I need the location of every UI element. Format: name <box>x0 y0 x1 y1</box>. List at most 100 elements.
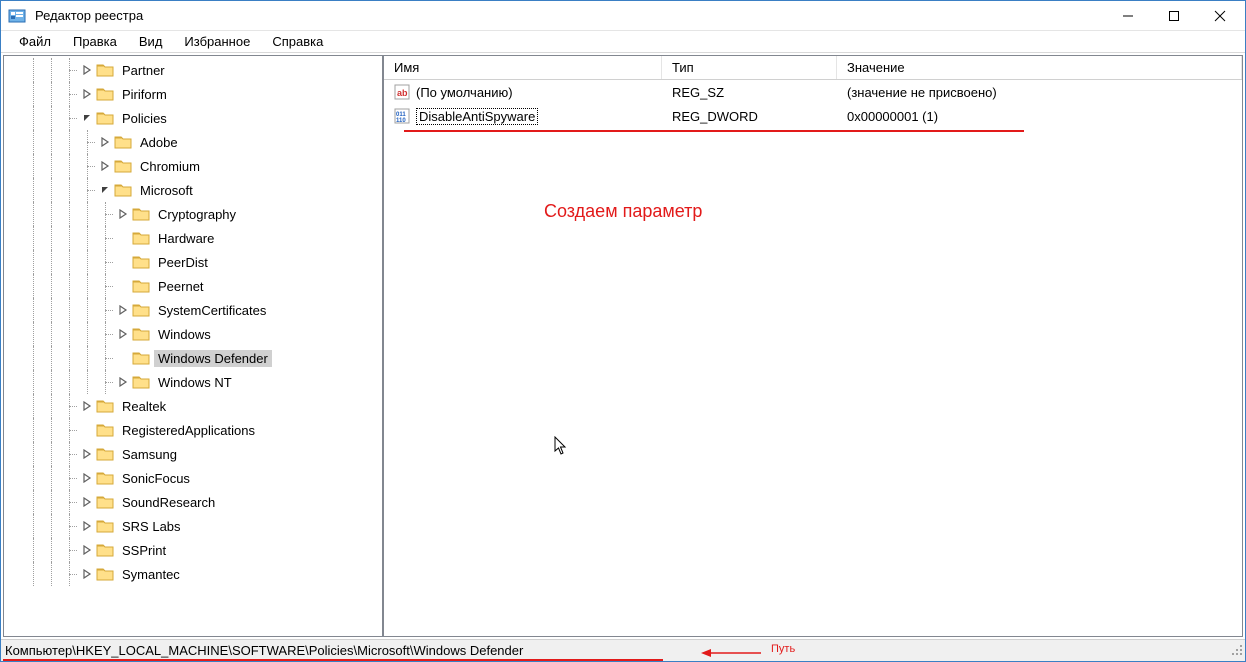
tree-item[interactable]: Symantec <box>4 562 382 586</box>
folder-icon <box>96 61 114 79</box>
tree-item-label: PeerDist <box>154 254 212 271</box>
tree-item-label: Cryptography <box>154 206 240 223</box>
folder-icon <box>114 181 132 199</box>
folder-icon <box>96 85 114 103</box>
tree-item[interactable]: PeerDist <box>4 250 382 274</box>
tree-item[interactable]: Windows Defender <box>4 346 382 370</box>
tree-item-label: Microsoft <box>136 182 197 199</box>
chevron-right-icon[interactable] <box>78 445 96 463</box>
menu-edit[interactable]: Правка <box>63 32 127 51</box>
menu-file[interactable]: Файл <box>9 32 61 51</box>
tree-item-label: Peernet <box>154 278 208 295</box>
tree-item[interactable]: Realtek <box>4 394 382 418</box>
column-type[interactable]: Тип <box>662 56 837 79</box>
titlebar[interactable]: Редактор реестра <box>1 1 1245 31</box>
column-name[interactable]: Имя <box>384 56 662 79</box>
tree-item[interactable]: Samsung <box>4 442 382 466</box>
tree-item-label: Chromium <box>136 158 204 175</box>
tree-item-label: Windows Defender <box>154 350 272 367</box>
tree-item[interactable]: SonicFocus <box>4 466 382 490</box>
menubar: Файл Правка Вид Избранное Справка <box>1 31 1245 53</box>
tree-item[interactable]: Chromium <box>4 154 382 178</box>
tree-item-label: Windows <box>154 326 215 343</box>
app-icon <box>7 6 27 26</box>
tree-item[interactable]: Peernet <box>4 274 382 298</box>
minimize-button[interactable] <box>1105 1 1151 30</box>
value-name[interactable]: DisableAntiSpyware <box>416 108 538 125</box>
resize-grip[interactable] <box>1231 644 1243 659</box>
tree-item[interactable]: SSPrint <box>4 538 382 562</box>
chevron-right-icon[interactable] <box>78 397 96 415</box>
folder-icon <box>96 109 114 127</box>
chevron-right-icon[interactable] <box>114 205 132 223</box>
tree-spacer <box>78 421 96 439</box>
chevron-right-icon[interactable] <box>78 541 96 559</box>
chevron-right-icon[interactable] <box>114 325 132 343</box>
tree-item[interactable]: SRS Labs <box>4 514 382 538</box>
list-header[interactable]: Имя Тип Значение <box>384 56 1242 80</box>
chevron-right-icon[interactable] <box>96 157 114 175</box>
folder-icon <box>132 325 150 343</box>
window-title: Редактор реестра <box>35 8 143 23</box>
menu-view[interactable]: Вид <box>129 32 173 51</box>
statusbar: Компьютер\HKEY_LOCAL_MACHINE\SOFTWARE\Po… <box>1 639 1245 661</box>
annotation-path-label: Путь <box>771 643 795 655</box>
tree-item[interactable]: SystemCertificates <box>4 298 382 322</box>
value-type: REG_SZ <box>662 83 837 102</box>
chevron-down-icon[interactable] <box>96 181 114 199</box>
chevron-right-icon[interactable] <box>78 469 96 487</box>
chevron-right-icon[interactable] <box>78 61 96 79</box>
tree-item[interactable]: RegisteredApplications <box>4 418 382 442</box>
value-type: REG_DWORD <box>662 107 837 126</box>
list-row[interactable]: ab(По умолчанию)REG_SZ(значение не присв… <box>384 80 1242 104</box>
tree-item[interactable]: Hardware <box>4 226 382 250</box>
folder-icon <box>114 157 132 175</box>
tree-item-label: Hardware <box>154 230 218 247</box>
values-panel[interactable]: Имя Тип Значение ab(По умолчанию)REG_SZ(… <box>383 55 1243 637</box>
chevron-right-icon[interactable] <box>78 493 96 511</box>
tree-item-label: Piriform <box>118 86 171 103</box>
tree-item-label: Samsung <box>118 446 181 463</box>
chevron-right-icon[interactable] <box>78 517 96 535</box>
tree-item-label: Policies <box>118 110 171 127</box>
menu-favorites[interactable]: Избранное <box>174 32 260 51</box>
chevron-right-icon[interactable] <box>78 565 96 583</box>
folder-icon <box>132 373 150 391</box>
annotation-arrow-icon <box>701 648 761 658</box>
folder-icon <box>96 541 114 559</box>
tree-item-label: SRS Labs <box>118 518 185 535</box>
annotation-underline-path <box>3 659 663 661</box>
tree-item[interactable]: Policies <box>4 106 382 130</box>
tree-item[interactable]: Cryptography <box>4 202 382 226</box>
tree-item[interactable]: Adobe <box>4 130 382 154</box>
value-data: 0x00000001 (1) <box>837 107 1242 126</box>
tree-item[interactable]: Windows NT <box>4 370 382 394</box>
tree-panel[interactable]: Partner Piriform Policies Adobe Chromium Micr… <box>3 55 383 637</box>
chevron-right-icon[interactable] <box>114 373 132 391</box>
close-button[interactable] <box>1197 1 1243 30</box>
tree-item[interactable]: Piriform <box>4 82 382 106</box>
chevron-right-icon[interactable] <box>96 133 114 151</box>
chevron-down-icon[interactable] <box>78 109 96 127</box>
tree-spacer <box>114 349 132 367</box>
list-row[interactable]: 011110DisableAntiSpywareREG_DWORD0x00000… <box>384 104 1242 128</box>
menu-help[interactable]: Справка <box>262 32 333 51</box>
folder-icon <box>96 397 114 415</box>
chevron-right-icon[interactable] <box>78 85 96 103</box>
tree-item[interactable]: SoundResearch <box>4 490 382 514</box>
maximize-button[interactable] <box>1151 1 1197 30</box>
tree-item[interactable]: Partner <box>4 58 382 82</box>
tree-item[interactable]: Microsoft <box>4 178 382 202</box>
value-data: (значение не присвоено) <box>837 83 1242 102</box>
tree-item[interactable]: Windows <box>4 322 382 346</box>
tree-spacer <box>114 277 132 295</box>
tree-item-label: SystemCertificates <box>154 302 270 319</box>
chevron-right-icon[interactable] <box>114 301 132 319</box>
tree-item-label: Symantec <box>118 566 184 583</box>
annotation-create-param: Создаем параметр <box>544 201 702 222</box>
column-value[interactable]: Значение <box>837 56 1242 79</box>
svg-text:110: 110 <box>396 118 406 124</box>
cursor-icon <box>554 436 568 461</box>
tree-spacer <box>114 253 132 271</box>
folder-icon <box>96 469 114 487</box>
